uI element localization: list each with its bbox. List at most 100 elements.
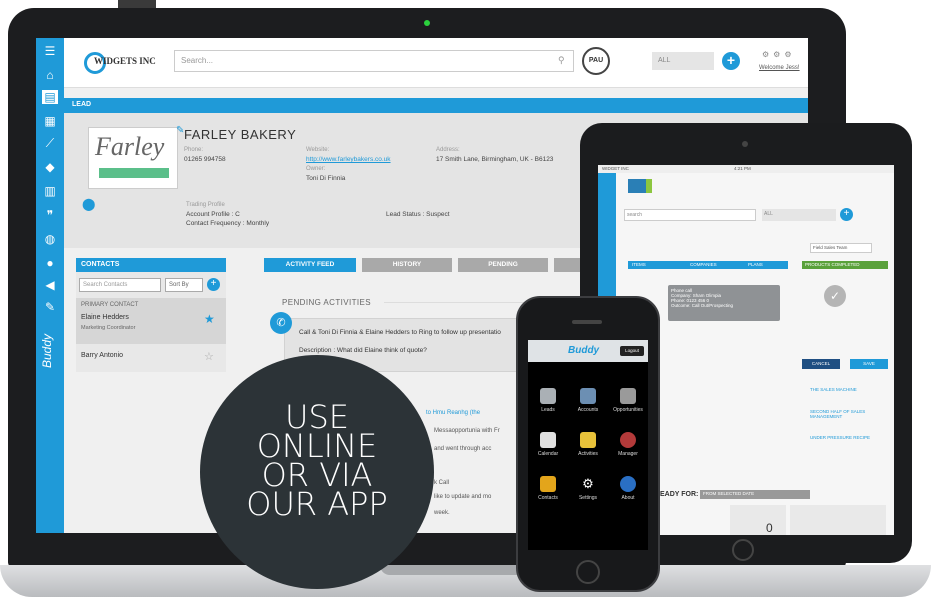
tablet-add-button[interactable]: + — [840, 208, 853, 221]
tab-activity-feed[interactable]: ACTIVITY FEED — [264, 258, 356, 272]
lead-company-name: FARLEY BAKERY — [184, 127, 297, 142]
app-label: Manager — [618, 451, 638, 457]
owner-label: Owner: — [306, 166, 326, 172]
tablet-time: 4:21 PM — [734, 166, 751, 171]
star-outline-icon[interactable]: ☆ — [204, 350, 214, 363]
tablet-cancel-button[interactable]: CANCEL — [802, 359, 840, 369]
leads-icon[interactable]: ▤ — [42, 90, 58, 104]
tablet-panel-header: PRODUCTS COMPLETED — [802, 261, 888, 269]
contact-search-input[interactable]: Search Contacts — [79, 278, 161, 292]
tablet-save-button[interactable]: SAVE — [850, 359, 888, 369]
home-icon[interactable]: ⌂ — [42, 68, 58, 82]
tablet-search-input[interactable]: search — [624, 209, 756, 221]
phone-app-manager[interactable]: Manager — [610, 432, 646, 457]
search-icon[interactable]: ⚲ — [558, 55, 565, 66]
pending-activities-label: PENDING ACTIVITIES — [282, 298, 371, 307]
activity-snippet: like to update and mo — [434, 494, 492, 500]
add-contact-button[interactable]: + — [207, 278, 220, 291]
phone-app-name: Buddy — [568, 345, 600, 356]
top-bar: WIDGETS INC Search... ⚲ PAU ALL + ⚙⚙⚙ We… — [64, 38, 808, 88]
tablet-link[interactable]: SECOND HALF OF SALES MANAGEMENT — [810, 409, 880, 419]
tablet-link[interactable]: THE SALES MACHINE — [810, 387, 880, 392]
lead-logo-text: Farley — [95, 132, 165, 161]
lead-logo: Farley — [88, 127, 178, 189]
address-value: 17 Smith Lane, Birmingham, UK - B6123 — [436, 156, 554, 163]
phone-app-calendar[interactable]: Calendar — [530, 432, 566, 457]
manager-app-icon — [620, 432, 636, 448]
address-label: Address: — [436, 147, 460, 153]
quote-icon[interactable]: ❞ — [42, 208, 58, 222]
tablet-link[interactable]: UNDER PRESSURE RECIPE — [810, 435, 880, 440]
activity-description: Description : What did Elaine think of q… — [299, 347, 427, 354]
phone-app-about[interactable]: About — [610, 476, 646, 501]
phone-value: 01265 994758 — [184, 156, 226, 163]
phone-device: Buddy Logout Leads Accounts Opportunitie… — [516, 296, 660, 592]
phone-app-accounts[interactable]: Accounts — [570, 388, 606, 413]
lead-section-header: LEAD — [64, 98, 808, 113]
tablet-carrier: WIDGET INC — [602, 166, 629, 171]
contact-sort-select[interactable]: Sort By — [165, 278, 203, 292]
megaphone-icon[interactable]: ◀ — [42, 278, 58, 292]
phone-app-opportunities[interactable]: Opportunities — [610, 388, 646, 413]
calendar-icon[interactable]: ▦ — [42, 114, 58, 128]
search-input[interactable]: Search... — [174, 50, 574, 72]
app-label: Leads — [541, 407, 555, 413]
account-profile: Account Profile : C — [186, 211, 240, 218]
tablet-popup[interactable]: Phone call Company: Sham Olimpia Phone: … — [668, 285, 780, 321]
header-settings-icons[interactable]: ⚙⚙⚙ — [762, 50, 796, 59]
tablet-date-select[interactable]: FROM SELECTED DATE — [700, 490, 810, 499]
activity-snippet: and went through acc — [434, 446, 492, 452]
tablet-metric-card — [790, 505, 886, 535]
phone-app-leads[interactable]: Leads — [530, 388, 566, 413]
tab-history[interactable]: HISTORY — [362, 258, 452, 272]
phone-app-contacts[interactable]: Contacts — [530, 476, 566, 501]
tab-pending[interactable]: PENDING — [458, 258, 548, 272]
star-filled-icon[interactable]: ★ — [204, 312, 215, 326]
sidebar: ☰ ⌂ ▤ ▦ ⟋ ◆ ▥ ❞ ◍ ● ◀ ✎ Buddy — [36, 38, 64, 533]
phone-app-activities[interactable]: Activities — [570, 432, 606, 457]
welcome-link[interactable]: Welcome Jess! — [759, 65, 800, 71]
contact-name[interactable]: Barry Antonio — [81, 352, 123, 359]
primary-contact-name: Elaine Hedders — [81, 314, 129, 321]
tablet-tab[interactable]: PLANS — [748, 262, 763, 267]
tablet-team-select[interactable]: Field Sales Team — [810, 243, 872, 253]
phone-label: Phone: — [184, 147, 204, 153]
activity-snippet: Messaopportunia with Fr — [434, 428, 500, 434]
user-icon[interactable]: ● — [42, 256, 58, 270]
phone-logout-button[interactable]: Logout — [620, 346, 644, 356]
add-button[interactable]: + — [722, 52, 740, 70]
pau-badge[interactable]: PAU — [582, 47, 610, 75]
opportunities-app-icon — [620, 388, 636, 404]
dashboard-icon[interactable]: ◍ — [42, 232, 58, 246]
map-pin-icon[interactable]: ⬤ — [82, 197, 95, 211]
phone-screen: Buddy Logout Leads Accounts Opportunitie… — [528, 340, 648, 550]
primary-contact-role: Marketing Coordinator — [81, 325, 136, 331]
tablet-tab[interactable]: ITEMS — [632, 262, 646, 267]
contacts-app-icon — [540, 476, 556, 492]
phone-app-header: Buddy Logout — [528, 340, 648, 362]
scope-select[interactable]: ALL — [652, 52, 714, 70]
tablet-metric-card — [730, 505, 786, 535]
calculator-icon[interactable]: ▥ — [42, 184, 58, 198]
company-name: WIDGETS INC — [94, 56, 156, 66]
tablet-ready-label: EADY FOR: — [660, 491, 699, 498]
tag-icon[interactable]: ◆ — [42, 160, 58, 174]
activities-app-icon — [580, 432, 596, 448]
app-label: Opportunities — [613, 407, 643, 413]
tablet-tab[interactable]: COMPANIES — [690, 262, 717, 267]
phone-speaker — [572, 320, 602, 324]
pen-icon[interactable]: ✎ — [42, 300, 58, 314]
app-label: Accounts — [577, 407, 599, 413]
app-label: Calendar — [537, 451, 559, 457]
leads-app-icon — [540, 388, 556, 404]
menu-icon[interactable]: ☰ — [42, 44, 58, 58]
tablet-scope-select[interactable]: ALL — [762, 209, 836, 221]
website-link[interactable]: http://www.farleybakers.co.uk — [306, 156, 391, 163]
app-label: About — [621, 495, 635, 501]
app-label: Settings — [578, 495, 598, 501]
phone-icon: ✆ — [270, 312, 292, 334]
phone-app-settings[interactable]: ⚙ Settings — [570, 476, 606, 501]
contacts-panel: Search Contacts Sort By + PRIMARY CONTAC… — [76, 272, 226, 372]
primary-contact-card[interactable]: PRIMARY CONTACT Elaine Hedders Marketing… — [76, 298, 226, 344]
chart-icon[interactable]: ⟋ — [42, 136, 58, 150]
